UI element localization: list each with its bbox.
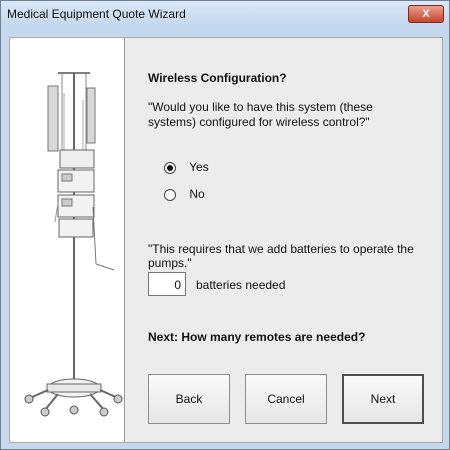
product-image-panel — [10, 38, 125, 442]
dialog-body: Wireless Configuration? "Would you like … — [9, 37, 443, 443]
radio-option-yes[interactable]: Yes — [164, 160, 209, 174]
batteries-needed-label: batteries needed — [196, 278, 286, 292]
title-bar: Medical Equipment Quote Wizard X — [1, 1, 449, 27]
next-button[interactable]: Next — [342, 374, 424, 424]
radio-option-no[interactable]: No — [164, 187, 205, 201]
radio-no-control[interactable] — [164, 188, 176, 201]
battery-note: "This requires that we add batteries to … — [148, 242, 414, 270]
wireless-question: "Would you like to have this system (the… — [148, 100, 373, 129]
next-prompt: Next: How many remotes are needed? — [148, 330, 366, 344]
wizard-window: Medical Equipment Quote Wizard X Wireles… — [0, 0, 450, 450]
radio-no-label: No — [189, 187, 205, 201]
cancel-button[interactable]: Cancel — [245, 374, 327, 424]
wireless-heading: Wireless Configuration? — [148, 71, 287, 85]
back-button[interactable]: Back — [148, 374, 230, 424]
window-title: Medical Equipment Quote Wizard — [7, 7, 186, 21]
wizard-content: Wireless Configuration? "Would you like … — [124, 38, 442, 442]
radio-yes-label: Yes — [189, 160, 209, 174]
batteries-input[interactable]: 0 — [148, 272, 186, 296]
iv-stand-pumps-image — [10, 38, 124, 442]
radio-yes-control[interactable] — [164, 161, 176, 174]
close-button[interactable]: X — [408, 5, 444, 23]
